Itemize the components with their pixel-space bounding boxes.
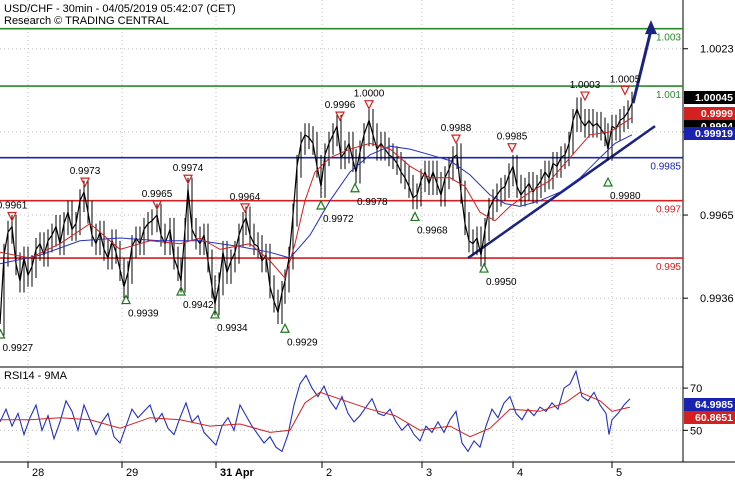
x-tick-label: 4: [517, 467, 523, 479]
low-label: 0.9950: [486, 277, 517, 288]
y-tick-label: 0.9936: [700, 293, 734, 305]
rsi-badge-value: 64.9985: [695, 399, 733, 411]
high-label: 0.9965: [142, 189, 173, 200]
rsi-y-tick-label: 50: [690, 425, 702, 437]
chart: 1.003 1.001 0.9985 0.997 0.995 0.9927 0.9961 0…: [0, 0, 735, 480]
x-tick-label: 28: [32, 467, 44, 479]
price-badge-value: 0.99919: [695, 128, 733, 140]
x-tick-label: 3: [426, 467, 432, 479]
high-label: 0.9973: [70, 166, 101, 177]
x-tick-label: 31 Apr: [220, 467, 255, 479]
high-label: 0.9964: [230, 192, 261, 203]
low-label: 0.9927: [3, 343, 34, 354]
level-label: 1.001: [656, 90, 681, 101]
low-label: 0.9978: [357, 197, 388, 208]
low-label: 0.9968: [417, 225, 448, 236]
chart-title: USD/CHF - 30min - 04/05/2019 05:42:07 (C…: [4, 3, 236, 15]
high-label: 1.0005: [610, 74, 641, 85]
chart-canvas: 1.003 1.001 0.9985 0.997 0.995 0.9927 0.9961 0…: [0, 0, 735, 480]
x-tick-label: 5: [616, 467, 622, 479]
low-label: 0.9929: [287, 337, 318, 348]
high-label: 1.0000: [354, 89, 385, 100]
high-label: 1.0003: [570, 80, 601, 91]
level-label: 0.995: [656, 262, 681, 273]
low-label: 0.9934: [217, 323, 248, 334]
high-label: 0.9988: [441, 123, 472, 134]
y-tick-label: 1.0023: [700, 44, 734, 56]
x-tick-label: 2: [326, 467, 332, 479]
high-label: 0.9974: [173, 163, 204, 174]
low-label: 0.9980: [610, 191, 641, 202]
low-label: 0.9972: [323, 214, 354, 225]
low-label: 0.9942: [183, 300, 214, 311]
rsi-title: RSI14 - 9MA: [4, 370, 68, 382]
rsi-badge-value: 60.8651: [695, 412, 733, 424]
chart-subtitle: Research © TRADING CENTRAL: [4, 15, 169, 27]
high-label: 0.9996: [325, 100, 356, 111]
level-label: 0.997: [656, 205, 681, 216]
level-label: 0.9985: [650, 162, 681, 173]
level-label: 1.003: [656, 33, 681, 44]
price-badge-value: 1.00045: [695, 92, 733, 104]
rsi-y-tick-label: 70: [690, 383, 702, 395]
x-tick-label: 29: [126, 467, 138, 479]
high-label: 0.9985: [497, 132, 528, 143]
high-label: 0.9961: [0, 201, 28, 212]
y-tick-label: 0.9965: [700, 210, 734, 222]
low-label: 0.9939: [128, 309, 159, 320]
price-badge-value: 0.9999: [701, 108, 733, 120]
